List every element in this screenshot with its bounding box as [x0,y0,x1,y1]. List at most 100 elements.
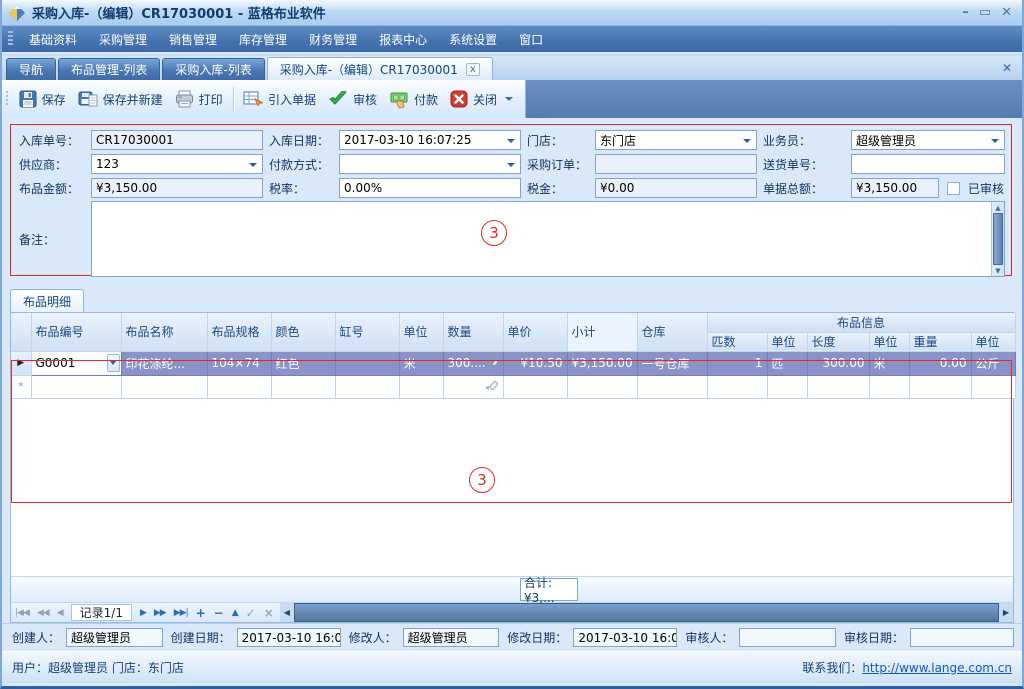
contact-link[interactable]: http://www.lange.com.cn [862,661,1012,675]
chevron-down-icon[interactable] [507,139,515,143]
chevron-down-icon[interactable] [249,163,257,167]
chevron-down-icon[interactable] [743,139,751,143]
delivery-no-field[interactable] [851,154,1005,174]
menu-basic-data[interactable]: 基础资料 [18,27,88,52]
cell-length[interactable]: 300.00 [807,351,869,375]
cell-pieces-unit[interactable]: 匹 [767,351,807,375]
col-header-unit[interactable]: 单位 [399,313,443,351]
nav-next-page-icon[interactable]: ▶▶ [154,608,166,618]
col-header-weight-unit[interactable]: 单位 [971,332,1015,351]
scroll-up-icon[interactable]: ▲ [992,202,1004,213]
nav-first-icon[interactable]: |◀◀ [15,608,29,618]
chevron-down-icon[interactable] [107,354,120,372]
cell-length-unit[interactable]: 米 [869,351,909,375]
pay-button[interactable]: 付款 [383,86,444,113]
nav-last-icon[interactable]: ▶▶| [174,608,188,618]
close-doc-button[interactable]: 关闭 [444,86,519,112]
print-button[interactable]: 打印 [169,86,229,112]
menu-system[interactable]: 系统设置 [438,27,508,52]
cell-pieces[interactable]: 1 [707,351,767,375]
col-header-spec[interactable]: 布品规格 [207,313,271,351]
col-header-subtotal[interactable]: 小计 [567,313,637,351]
menu-window[interactable]: 窗口 [508,27,554,52]
cell-subtotal[interactable]: ¥3,150.00 [567,351,637,375]
minimize-button[interactable]: – [962,6,969,20]
cell-code-editor[interactable]: G0001 [31,351,121,375]
col-header-name[interactable]: 布品名称 [121,313,207,351]
col-header-qty[interactable]: 数量 [443,313,503,351]
date-field[interactable]: 2017-03-10 16:07:25 [339,130,521,150]
scroll-down-icon[interactable]: ▼ [992,265,1004,276]
maximize-button[interactable]: ▭ [979,6,991,20]
scroll-thumb[interactable] [993,213,1003,265]
col-header-length[interactable]: 长度 [807,332,869,351]
close-window-button[interactable]: ✕ [1001,6,1012,20]
nav-next-icon[interactable]: ▶ [140,608,146,618]
nav-add-icon[interactable]: + [196,606,206,620]
pencil-icon[interactable] [490,357,499,370]
remark-scrollbar[interactable]: ▲ ▼ [991,202,1004,276]
cell-unit[interactable]: 米 [399,351,443,375]
nav-delete-icon[interactable]: − [214,606,224,620]
col-header-price[interactable]: 单价 [503,313,567,351]
tab-fabric-list[interactable]: 布品管理-列表 [58,58,160,80]
col-header-pieces[interactable]: 匹数 [707,332,767,351]
nav-prev-page-icon[interactable]: ◀◀ [37,608,49,618]
horizontal-scrollbar[interactable]: ◀ ▶ [280,603,1013,622]
tab-fabric-detail[interactable]: 布品明细 [10,289,84,312]
group-header-fabric-info[interactable]: 布品信息 [707,313,1015,332]
col-header-code[interactable]: 布品编号 [31,313,121,351]
chevron-down-icon[interactable] [991,139,999,143]
cell-qty[interactable]: 300.... [443,351,503,375]
cell-price[interactable]: ¥10.50 [503,351,567,375]
scroll-thumb[interactable] [294,603,999,622]
supplier-field[interactable]: 123 [91,154,263,174]
col-header-warehouse[interactable]: 仓库 [637,313,707,351]
col-header-color[interactable]: 颜色 [271,313,335,351]
table-row-new[interactable]: * [11,375,1015,398]
scroll-left-icon[interactable]: ◀ [280,603,294,622]
nav-prev-icon[interactable]: ◀ [57,608,63,618]
col-header-length-unit[interactable]: 单位 [869,332,909,351]
import-document-button[interactable]: 引入单据 [237,86,322,113]
menu-finance[interactable]: 财务管理 [298,27,368,52]
cell-name[interactable]: 印花涤纶... [121,351,207,375]
nav-cancel-icon[interactable]: × [264,606,274,620]
close-dropdown-icon[interactable] [505,97,513,101]
scroll-right-icon[interactable]: ▶ [999,603,1013,622]
cell-warehouse[interactable]: 一号仓库 [637,351,707,375]
menu-sales[interactable]: 销售管理 [158,27,228,52]
audit-button[interactable]: 审核 [322,86,383,112]
audit-info-bar: 创建人： 超级管理员 创建日期： 2017-03-10 16:0 修改人： 超级… [2,623,1022,651]
cell-weight-unit[interactable]: 公斤 [971,351,1015,375]
tab-close-icon[interactable]: x [466,63,480,76]
col-header-weight[interactable]: 重量 [909,332,971,351]
table-row-selected[interactable]: ▶ G0001 印花涤纶... 104×74 红色 米 300.... ¥10.… [11,351,1015,375]
pay-method-field[interactable] [339,154,521,174]
remark-textarea[interactable]: ▲ ▼ [91,201,1005,277]
cell-color[interactable]: 红色 [271,351,335,375]
tax-rate-field[interactable]: 0.00% [339,178,521,198]
tabstrip-close-icon[interactable]: ✕ [1002,61,1012,75]
clerk-field[interactable]: 超级管理员 [851,130,1005,150]
nav-edit-icon[interactable]: ▲ [232,608,238,618]
store-field[interactable]: 东门店 [595,130,757,150]
pencil-icon[interactable] [486,380,499,393]
tab-navigation[interactable]: 导航 [6,58,56,80]
audited-checkbox[interactable] [947,182,960,195]
cell-weight[interactable]: 0.00 [909,351,971,375]
col-header-pieces-unit[interactable]: 单位 [767,332,807,351]
menu-purchase[interactable]: 采购管理 [88,27,158,52]
tab-purchase-in-edit[interactable]: 采购入库-（编辑）CR17030001 x [267,57,493,80]
new-cell-qty[interactable] [443,375,503,398]
menu-inventory[interactable]: 库存管理 [228,27,298,52]
cell-vat[interactable] [335,351,399,375]
nav-post-icon[interactable]: ✓ [246,606,256,620]
save-button[interactable]: 保存 [13,86,72,112]
save-and-new-button[interactable]: 保存并新建 [72,86,169,112]
menu-reports[interactable]: 报表中心 [368,27,438,52]
chevron-down-icon[interactable] [507,163,515,167]
cell-spec[interactable]: 104×74 [207,351,271,375]
tab-purchase-in-list[interactable]: 采购入库-列表 [162,58,264,80]
col-header-vat[interactable]: 缸号 [335,313,399,351]
